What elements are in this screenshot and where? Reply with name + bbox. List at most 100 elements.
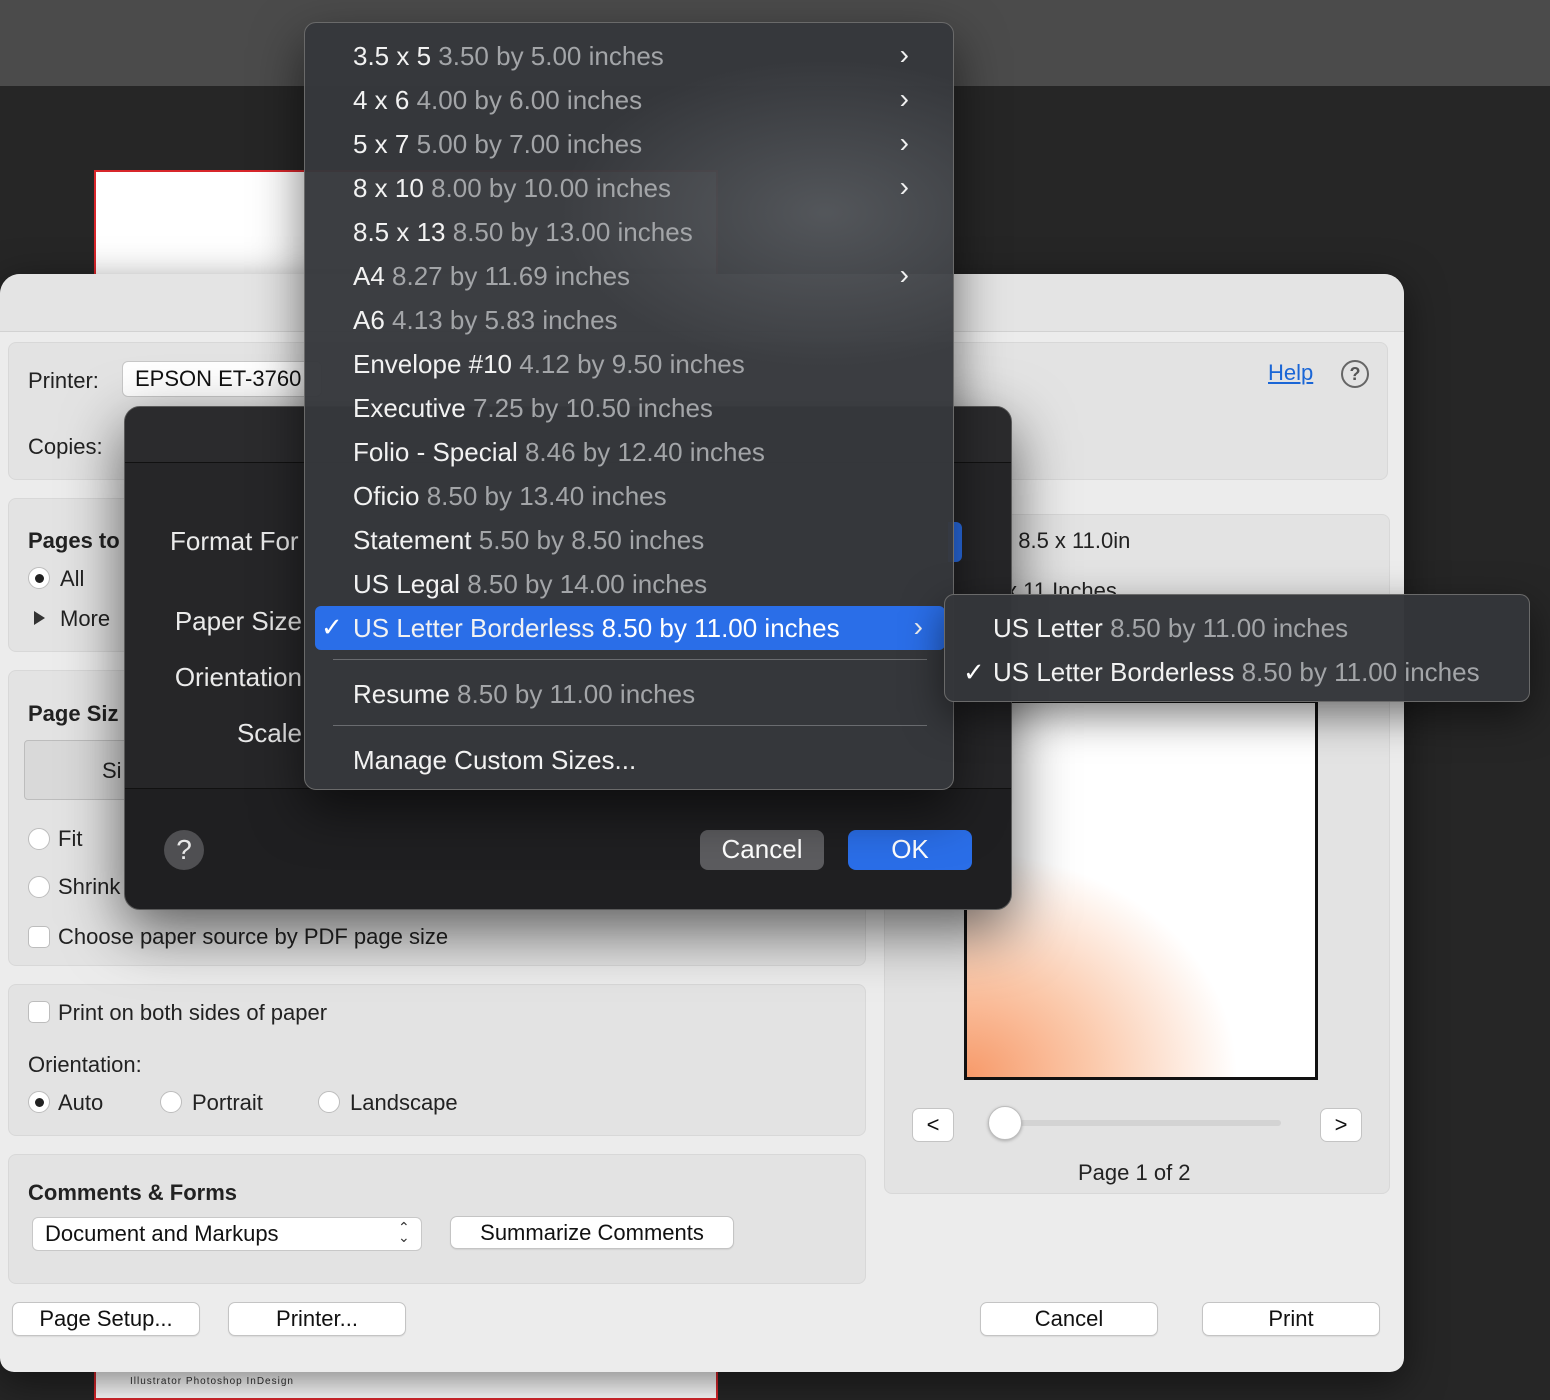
menu-separator	[333, 659, 927, 660]
paper-size-label: Paper Size	[174, 606, 302, 636]
paper-size-menu-item[interactable]: Statement 5.50 by 8.50 inches	[329, 518, 931, 562]
document-footer-apps: Illustrator Photoshop InDesign	[130, 1376, 294, 1387]
duplex-checkbox[interactable]	[28, 1001, 50, 1023]
paper-size-dimensions: 4.12 by 9.50 inches	[519, 349, 745, 379]
print-button[interactable]: Print	[1202, 1302, 1380, 1336]
fit-radio[interactable]	[28, 828, 50, 850]
paper-size-name: Oficio	[353, 481, 427, 511]
pages-more-label[interactable]: More	[60, 606, 110, 632]
next-page-button[interactable]: >	[1320, 1108, 1362, 1142]
disclosure-triangle-icon[interactable]	[34, 611, 45, 625]
previous-page-button[interactable]: <	[912, 1108, 954, 1142]
paper-size-item-label: Oficio 8.50 by 13.40 inches	[353, 481, 667, 512]
paper-size-submenu-item[interactable]: ✓ US Letter Borderless 8.50 by 11.00 inch…	[945, 649, 1529, 693]
paper-size-name: A6	[353, 305, 393, 335]
paper-size-menu-item[interactable]: 4 x 6 4.00 by 6.00 inches ›	[329, 78, 931, 122]
summarize-comments-button[interactable]: Summarize Comments	[450, 1216, 734, 1249]
orientation-portrait-label: Portrait	[192, 1090, 263, 1115]
paper-size-name: A4	[353, 261, 393, 291]
paper-size-menu-item[interactable]: A4 8.27 by 11.69 inches ›	[329, 254, 931, 298]
orientation-landscape-radio[interactable]	[318, 1091, 340, 1113]
submenu-item-name: US Letter Borderless	[993, 657, 1242, 687]
submenu-item-dimensions: 8.50 by 11.00 inches	[1110, 613, 1349, 643]
format-for-label: Format For	[170, 526, 299, 556]
paper-size-name: Resume	[353, 679, 458, 709]
manage-custom-sizes-label: Manage Custom Sizes...	[353, 745, 637, 775]
chevron-right-icon: ›	[899, 127, 909, 158]
orientation-auto-radio[interactable]	[28, 1091, 50, 1113]
paper-size-item-label: 5 x 7 5.00 by 7.00 inches	[353, 129, 642, 160]
paper-size-name: 3.5 x 5	[353, 41, 439, 71]
paper-size-dimensions: 5.50 by 8.50 inches	[478, 525, 705, 555]
manage-custom-sizes-item[interactable]: Manage Custom Sizes...	[329, 738, 931, 782]
comments-select[interactable]: Document and Markups	[32, 1217, 422, 1251]
checkmark-icon: ✓	[321, 612, 343, 642]
paper-size-name: Folio - Special	[353, 437, 525, 467]
paper-source-label: Choose paper source by PDF page size	[58, 924, 449, 949]
paper-size-item-label: US Letter Borderless 8.50 by 11.00 inche…	[353, 613, 840, 644]
print-cancel-button[interactable]: Cancel	[980, 1302, 1158, 1336]
paper-size-item-label: US Legal 8.50 by 14.00 inches	[353, 569, 707, 600]
page-setup-cancel-button[interactable]: Cancel	[700, 830, 824, 870]
paper-size-dimensions: 8.46 by 12.40 inches	[524, 437, 765, 467]
size-segment-label: Si	[102, 758, 122, 783]
paper-size-dimensions: 7.25 by 10.50 inches	[472, 393, 713, 423]
shrink-label: Shrink	[58, 874, 121, 899]
paper-size-menu-item[interactable]: 5 x 7 5.00 by 7.00 inches ›	[329, 122, 931, 166]
paper-size-menu-item[interactable]: 8 x 10 8.00 by 10.00 inches ›	[329, 166, 931, 210]
paper-size-name: 8 x 10	[353, 173, 432, 203]
paper-size-dimensions: 8.27 by 11.69 inches	[392, 261, 631, 291]
paper-size-item-label: 8 x 10 8.00 by 10.00 inches	[353, 173, 671, 204]
paper-size-item-label: Resume 8.50 by 11.00 inches	[353, 679, 695, 710]
page-slider-knob[interactable]	[988, 1106, 1022, 1140]
paper-size-name: US Letter Borderless	[353, 613, 602, 643]
paper-size-name: Executive	[353, 393, 473, 423]
paper-size-menu-item[interactable]: Oficio 8.50 by 13.40 inches	[329, 474, 931, 518]
page-slider-track[interactable]	[1005, 1120, 1281, 1126]
paper-size-menu-item[interactable]: US Legal 8.50 by 14.00 inches	[329, 562, 931, 606]
preview-paper-size: : 8.5 x 11.0in	[1006, 528, 1131, 553]
paper-size-submenu-item[interactable]: US Letter 8.50 by 11.00 inches	[945, 605, 1529, 649]
paper-size-name: 5 x 7	[353, 129, 417, 159]
chevron-right-icon: ›	[899, 259, 909, 290]
page-sizing-heading: Page Siz	[28, 701, 119, 726]
scale-label: Scale	[236, 718, 302, 748]
comments-heading: Comments & Forms	[28, 1180, 238, 1205]
help-question-icon[interactable]: ?	[1341, 360, 1369, 388]
paper-size-menu-item[interactable]: 3.5 x 5 3.50 by 5.00 inches ›	[329, 34, 931, 78]
paper-size-menu-item[interactable]: Envelope #10 4.12 by 9.50 inches	[329, 342, 931, 386]
paper-size-item-label: 8.5 x 13 8.50 by 13.00 inches	[353, 217, 693, 248]
page-setup-help-icon[interactable]: ?	[164, 830, 204, 870]
paper-source-checkbox[interactable]	[28, 926, 50, 948]
paper-size-menu: 3.5 x 5 3.50 by 5.00 inches › 4 x 6 4.00 b…	[304, 22, 954, 790]
paper-size-menu-item[interactable]: Resume 8.50 by 11.00 inches	[329, 672, 931, 716]
paper-size-menu-item[interactable]: ✓ US Letter Borderless 8.50 by 11.00 inch…	[315, 606, 945, 650]
printer-select[interactable]: EPSON ET-3760	[122, 361, 322, 397]
fit-label: Fit	[58, 826, 83, 851]
chevron-right-icon: ›	[899, 39, 909, 70]
pages-all-radio[interactable]	[28, 567, 50, 589]
submenu-item-label: US Letter 8.50 by 11.00 inches	[993, 613, 1348, 644]
page-indicator: Page 1 of 2	[1078, 1160, 1191, 1185]
printer-button[interactable]: Printer...	[228, 1302, 406, 1336]
paper-size-menu-item[interactable]: A6 4.13 by 5.83 inches	[329, 298, 931, 342]
paper-size-name: Envelope #10	[353, 349, 520, 379]
orientation-portrait-radio[interactable]	[160, 1091, 182, 1113]
duplex-label: Print on both sides of paper	[58, 1000, 328, 1025]
help-link[interactable]: Help	[1268, 360, 1313, 386]
menu-separator	[333, 725, 927, 726]
shrink-radio[interactable]	[28, 876, 50, 898]
paper-size-name: Statement	[353, 525, 479, 555]
paper-size-menu-item[interactable]: 8.5 x 13 8.50 by 13.00 inches	[329, 210, 931, 254]
orientation-label: Orientation:	[28, 1052, 142, 1077]
paper-size-dimensions: 8.50 by 13.40 inches	[426, 481, 667, 511]
page-setup-button[interactable]: Page Setup...	[12, 1302, 200, 1336]
paper-size-menu-item[interactable]: Folio - Special 8.46 by 12.40 inches	[329, 430, 931, 474]
paper-size-dimensions: 4.00 by 6.00 inches	[416, 85, 643, 115]
paper-size-name: 4 x 6	[353, 85, 417, 115]
page-setup-ok-button[interactable]: OK	[848, 830, 972, 870]
paper-size-dimensions: 8.50 by 11.00 inches	[601, 613, 840, 643]
pages-all-label: All	[60, 566, 85, 591]
paper-size-menu-item[interactable]: Executive 7.25 by 10.50 inches	[329, 386, 931, 430]
copies-label: Copies:	[28, 434, 103, 459]
